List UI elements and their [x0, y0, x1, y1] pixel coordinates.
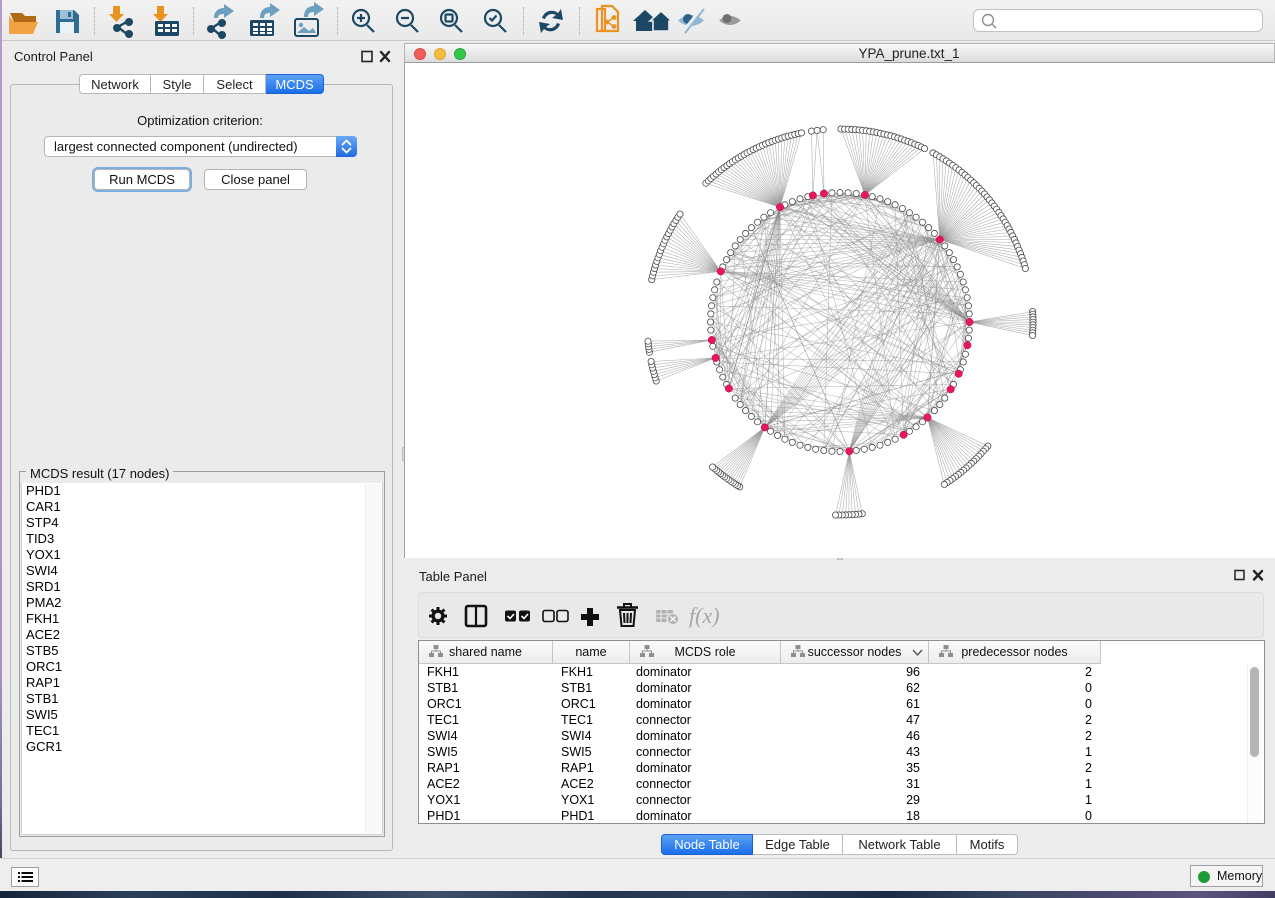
svg-text:f(x): f(x)	[689, 603, 720, 628]
